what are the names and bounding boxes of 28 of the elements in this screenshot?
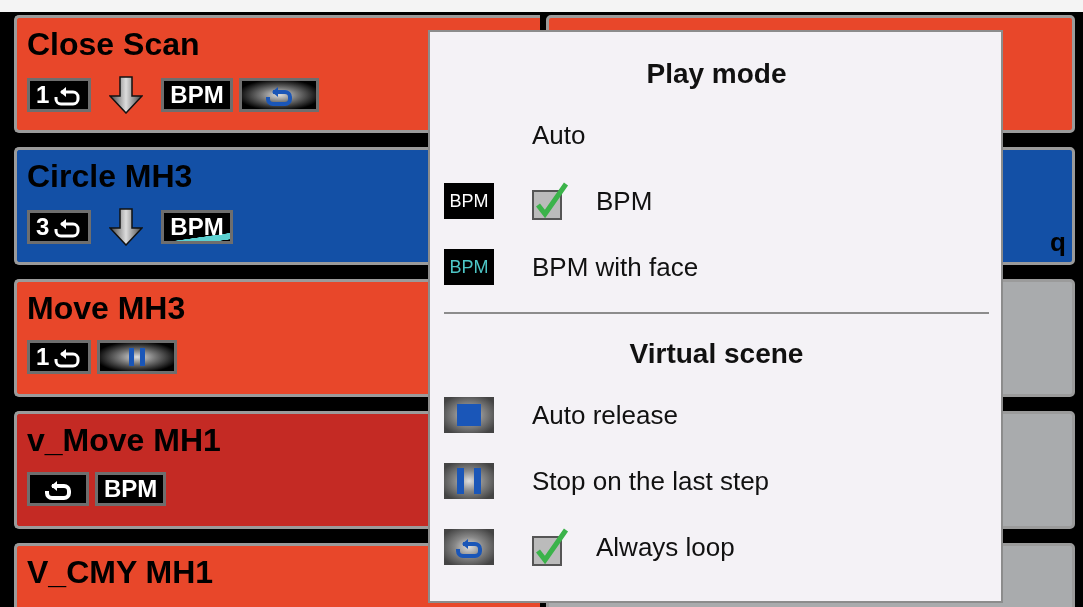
bpm-icon: BPM <box>444 183 494 219</box>
scene-name: V_CMY MH1 <box>27 554 215 590</box>
bpm-badge: BPM <box>161 78 233 112</box>
repeat-count: 3 <box>36 213 50 241</box>
repeat-count: 1 <box>36 81 50 109</box>
tile-text: q <box>1050 227 1066 258</box>
menu-option[interactable]: BPM <box>596 185 653 217</box>
loop-icon <box>444 529 494 565</box>
scene-name: Circle MH3 <box>27 158 194 194</box>
down-arrow-icon <box>109 208 144 246</box>
loop-icon <box>238 78 319 112</box>
bpm-fade-badge: BPM <box>161 210 233 244</box>
bpm-fade-icon: BPM <box>444 249 494 285</box>
bpm-badge: BPM <box>95 472 167 506</box>
checkbox[interactable] <box>532 527 570 567</box>
down-arrow-icon <box>109 76 144 114</box>
checkbox[interactable] <box>532 181 570 221</box>
pause-icon <box>97 340 178 374</box>
menu-option[interactable]: Always loop <box>596 531 735 563</box>
pause-icon <box>444 463 494 499</box>
scene-name: Close Scan <box>27 26 201 62</box>
square-icon <box>444 397 494 433</box>
menu-section-title: Virtual scene <box>628 337 805 371</box>
menu-section-title: Play mode <box>645 57 788 91</box>
scene-name: v_Move MH1 <box>27 422 222 458</box>
repeat-count: 1 <box>36 343 50 371</box>
loop-icon <box>27 472 89 506</box>
scene-name: Move MH3 <box>27 290 187 326</box>
